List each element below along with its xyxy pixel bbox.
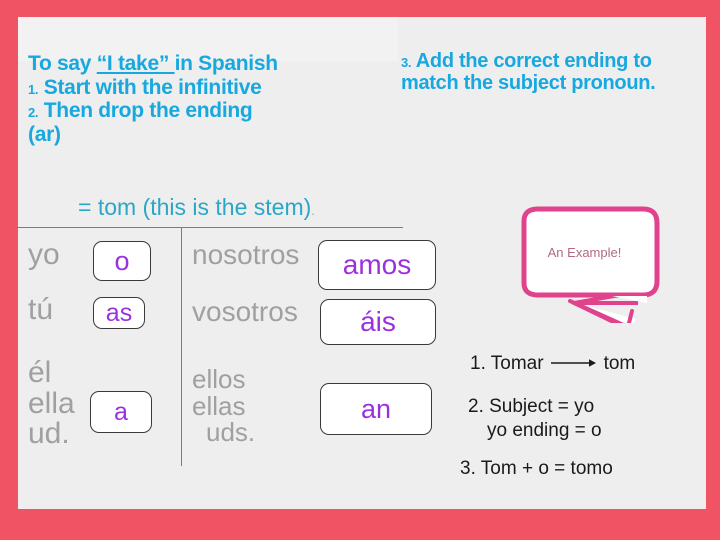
- heading-infinitive-ending: (ar): [28, 122, 61, 146]
- heading-step-2: 2. Then drop the ending: [28, 99, 400, 123]
- stem-line-text: = tom (this is the stem): [78, 194, 312, 220]
- example-step-1: 1. Tomar tom: [470, 353, 635, 375]
- slide-canvas: To say “I take” in Spanish 1. Start with…: [0, 0, 720, 540]
- example-step-3: 3. Tom + o = tomo: [460, 458, 613, 479]
- table-vertical-divider: [181, 228, 182, 466]
- pronoun-label-uds: uds.: [206, 417, 256, 448]
- heading-step-1: 1. Start with the infinitive: [28, 76, 400, 100]
- speech-bubble-label: An Example!: [547, 245, 622, 260]
- heading-step-1-text: Start with the infinitive: [38, 75, 262, 99]
- arrow-right-icon: [550, 353, 597, 375]
- heading-step-2-text: Then drop the ending: [38, 99, 253, 123]
- pronoun-label-el: él: [28, 356, 52, 389]
- speech-bubble-icon: [521, 206, 660, 323]
- heading-step-1-number: 1.: [28, 81, 39, 97]
- heading-title-quoted: “I take”: [96, 52, 175, 75]
- example-step-2: 2. Subject = yo: [468, 396, 595, 417]
- heading-line-title: To say “I take” in Spanish: [28, 52, 400, 76]
- stem-line: = tom (this is the stem).: [78, 194, 315, 221]
- ending-box-el[interactable]: a: [90, 391, 152, 433]
- pronoun-label-nosotros: nosotros: [192, 239, 300, 270]
- pronoun-label-yo: yo: [28, 238, 60, 271]
- pronoun-label-el-ella-ud: él ella ud.: [28, 356, 75, 451]
- heading-left-block: To say “I take” in Spanish 1. Start with…: [28, 52, 400, 146]
- pronoun-label-ud: ud.: [28, 417, 70, 451]
- pronoun-label-ellos-ellas-uds: ellos ellas uds.: [192, 366, 255, 446]
- ending-box-ellos[interactable]: an: [320, 383, 432, 435]
- pronoun-label-ella: ella: [28, 386, 75, 420]
- example-step-2-ending: yo ending = o: [487, 420, 602, 441]
- heading-title-suffix: in Spanish: [174, 52, 278, 75]
- table-horizontal-divider: [17, 227, 403, 228]
- speech-bubble: An Example!: [512, 203, 672, 323]
- example-step-1-verb: 1. Tomar: [470, 353, 544, 375]
- example-step-1-stem: tom: [603, 353, 636, 375]
- stem-line-dot: .: [311, 203, 315, 218]
- heading-step-3-number: 3.: [401, 55, 412, 70]
- heading-right-block: 3. Add the correct ending to match the s…: [401, 50, 681, 95]
- heading-step-2-number: 2.: [28, 105, 39, 121]
- pronoun-label-tu: tú: [28, 293, 54, 326]
- heading-title-prefix: To say: [28, 52, 97, 75]
- ending-box-tu[interactable]: as: [93, 297, 145, 329]
- heading-step-3-text: Add the correct ending to match the subj…: [401, 50, 656, 95]
- pronoun-label-ellas: ellas: [192, 390, 246, 421]
- ending-box-vosotros[interactable]: áis: [320, 299, 436, 345]
- ending-box-yo[interactable]: o: [93, 241, 151, 281]
- pronoun-label-vosotros: vosotros: [192, 296, 298, 327]
- ending-box-nosotros[interactable]: amos: [318, 240, 436, 290]
- pronoun-label-ellos: ellos: [192, 364, 246, 394]
